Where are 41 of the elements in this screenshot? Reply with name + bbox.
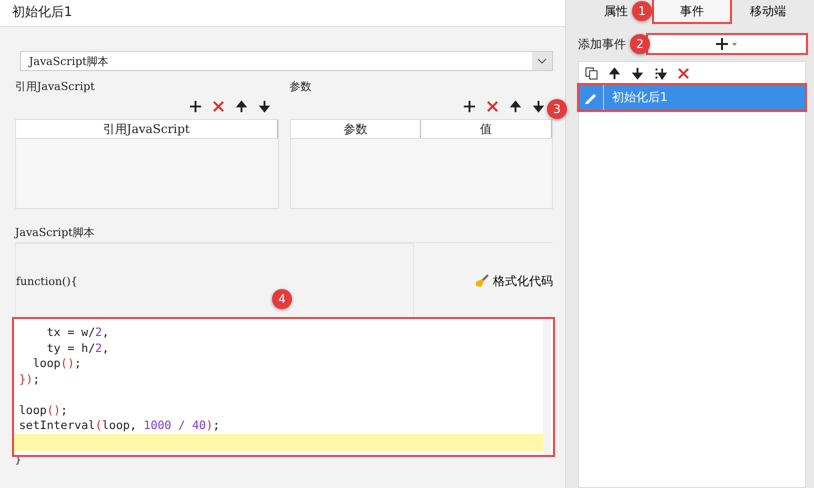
code-line: loop(); [18,402,68,418]
code-line: setInterval(loop, 1000 / 40); [18,418,221,434]
section-label: JavaScript脚本 [15,225,553,243]
broom-icon [475,274,489,288]
action-dropdown[interactable]: JavaScript脚本 [20,51,553,71]
up-arrow-icon[interactable] [509,100,522,112]
move-to-bottom-icon[interactable] [654,67,667,80]
chevron-down-icon [537,58,547,64]
up-arrow-icon[interactable] [608,67,621,80]
section-label: 参数 [290,79,312,94]
code-line: }); [18,372,41,387]
format-code-button[interactable]: 格式化代码 [475,272,553,290]
code-line: tx = w/2, [46,325,110,340]
callout-number: 1 [632,1,652,21]
add-icon[interactable] [463,100,476,112]
down-arrow-icon[interactable] [631,67,644,80]
column-header: 参数 [290,120,422,138]
delete-icon[interactable] [486,100,499,112]
scrollbar[interactable] [543,319,551,455]
copy-icon[interactable] [585,67,598,80]
down-arrow-icon[interactable] [532,100,545,112]
delete-icon[interactable] [677,67,690,80]
add-icon[interactable] [188,100,202,112]
panel-title: 初始化后1 [0,0,565,27]
callout-number: 2 [630,34,650,54]
delete-icon[interactable] [212,100,224,112]
down-arrow-icon[interactable] [258,100,270,112]
code-line: loop(); [32,356,82,372]
column-header: 引用JavaScript [16,120,278,138]
add-event-button[interactable] [648,35,806,53]
up-arrow-icon[interactable] [234,100,248,112]
code-header: function(){ [16,274,78,288]
section-label: 引用JavaScript [15,79,96,94]
add-icon [716,38,738,50]
tab[interactable]: 事件 [654,0,730,22]
code-line: ty = h/2, [46,340,110,356]
column-header: 值 [421,120,552,138]
callout-number: 4 [272,289,292,309]
tab[interactable]: 移动端 [730,0,806,22]
callout-number: 3 [547,99,567,119]
add-event-label: 添加事件 [578,36,626,52]
